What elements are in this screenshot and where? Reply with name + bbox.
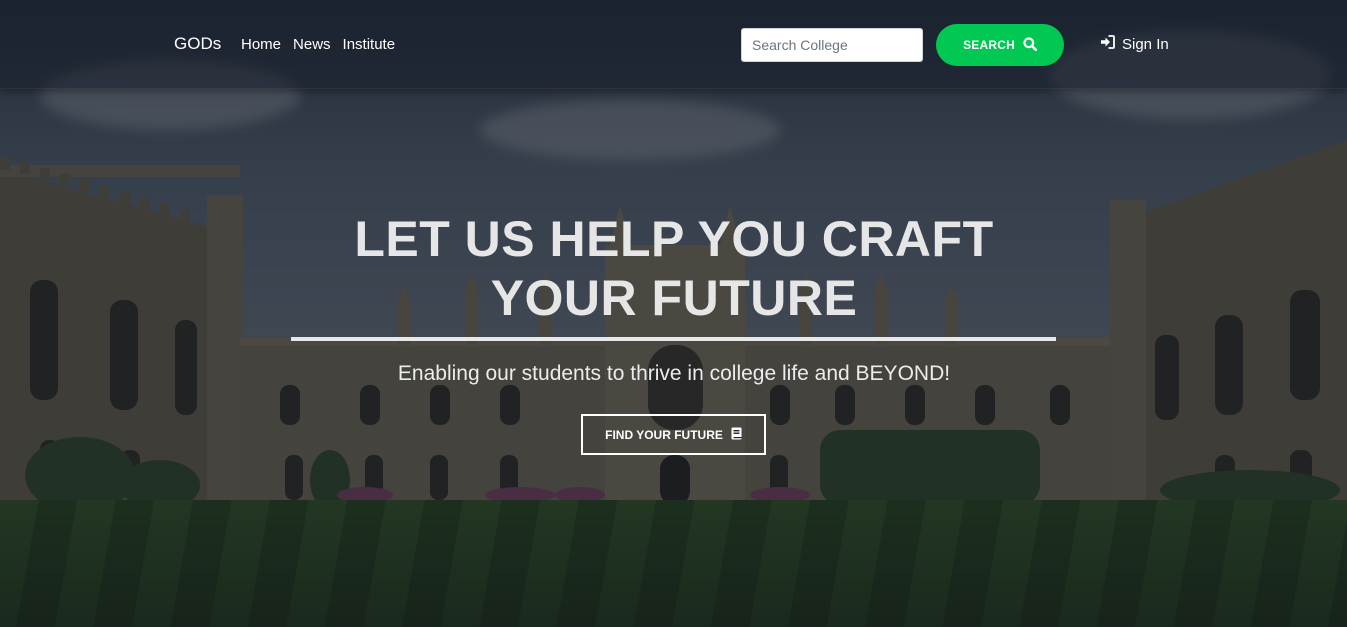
hero-subtitle: Enabling our students to thrive in colle…: [397, 362, 951, 385]
hero-divider: [291, 337, 1056, 341]
nav-link-news[interactable]: News: [293, 36, 331, 53]
search-college-input[interactable]: [741, 28, 923, 62]
sign-in-link[interactable]: Sign In: [1100, 35, 1169, 53]
brand-logo[interactable]: GODs: [174, 34, 221, 54]
search-button[interactable]: SEARCH: [936, 24, 1064, 66]
nav-link-institute[interactable]: Institute: [343, 36, 396, 53]
hero-title: LET US HELP YOU CRAFT YOUR FUTURE: [354, 211, 994, 326]
find-your-future-button[interactable]: FIND YOUR FUTURE: [581, 414, 766, 455]
sign-in-icon: [1100, 35, 1115, 53]
sign-in-label: Sign In: [1122, 35, 1169, 53]
search-button-label: SEARCH: [963, 38, 1015, 52]
nav-link-home[interactable]: Home: [241, 36, 281, 53]
nav-links: Home News Institute: [241, 36, 407, 53]
search-icon: [1023, 36, 1038, 54]
book-icon: [731, 427, 742, 443]
top-navbar: GODs Home News Institute SEARCH Sign In: [0, 0, 1347, 89]
cta-label: FIND YOUR FUTURE: [605, 427, 723, 442]
